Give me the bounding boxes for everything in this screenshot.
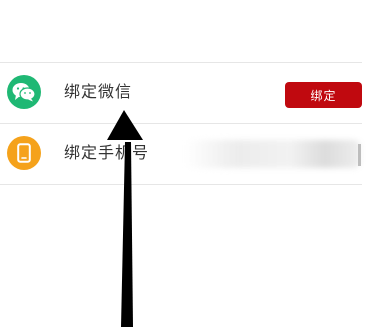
bind-wechat-row[interactable]: 绑定微信 绑定 (0, 63, 380, 123)
wechat-icon (7, 75, 41, 109)
bind-phone-label: 绑定手机号 (64, 143, 150, 162)
bind-wechat-label: 绑定微信 (64, 82, 133, 101)
obscured-phone-value-edge (358, 144, 361, 166)
phone-icon (7, 136, 41, 170)
bind-accounts-screen: 绑定微信 绑定 绑定手机号 (0, 0, 380, 327)
divider (0, 184, 362, 185)
obscured-phone-value (185, 140, 360, 168)
bind-phone-row[interactable]: 绑定手机号 (0, 124, 380, 184)
bind-wechat-button[interactable]: 绑定 (285, 82, 362, 108)
